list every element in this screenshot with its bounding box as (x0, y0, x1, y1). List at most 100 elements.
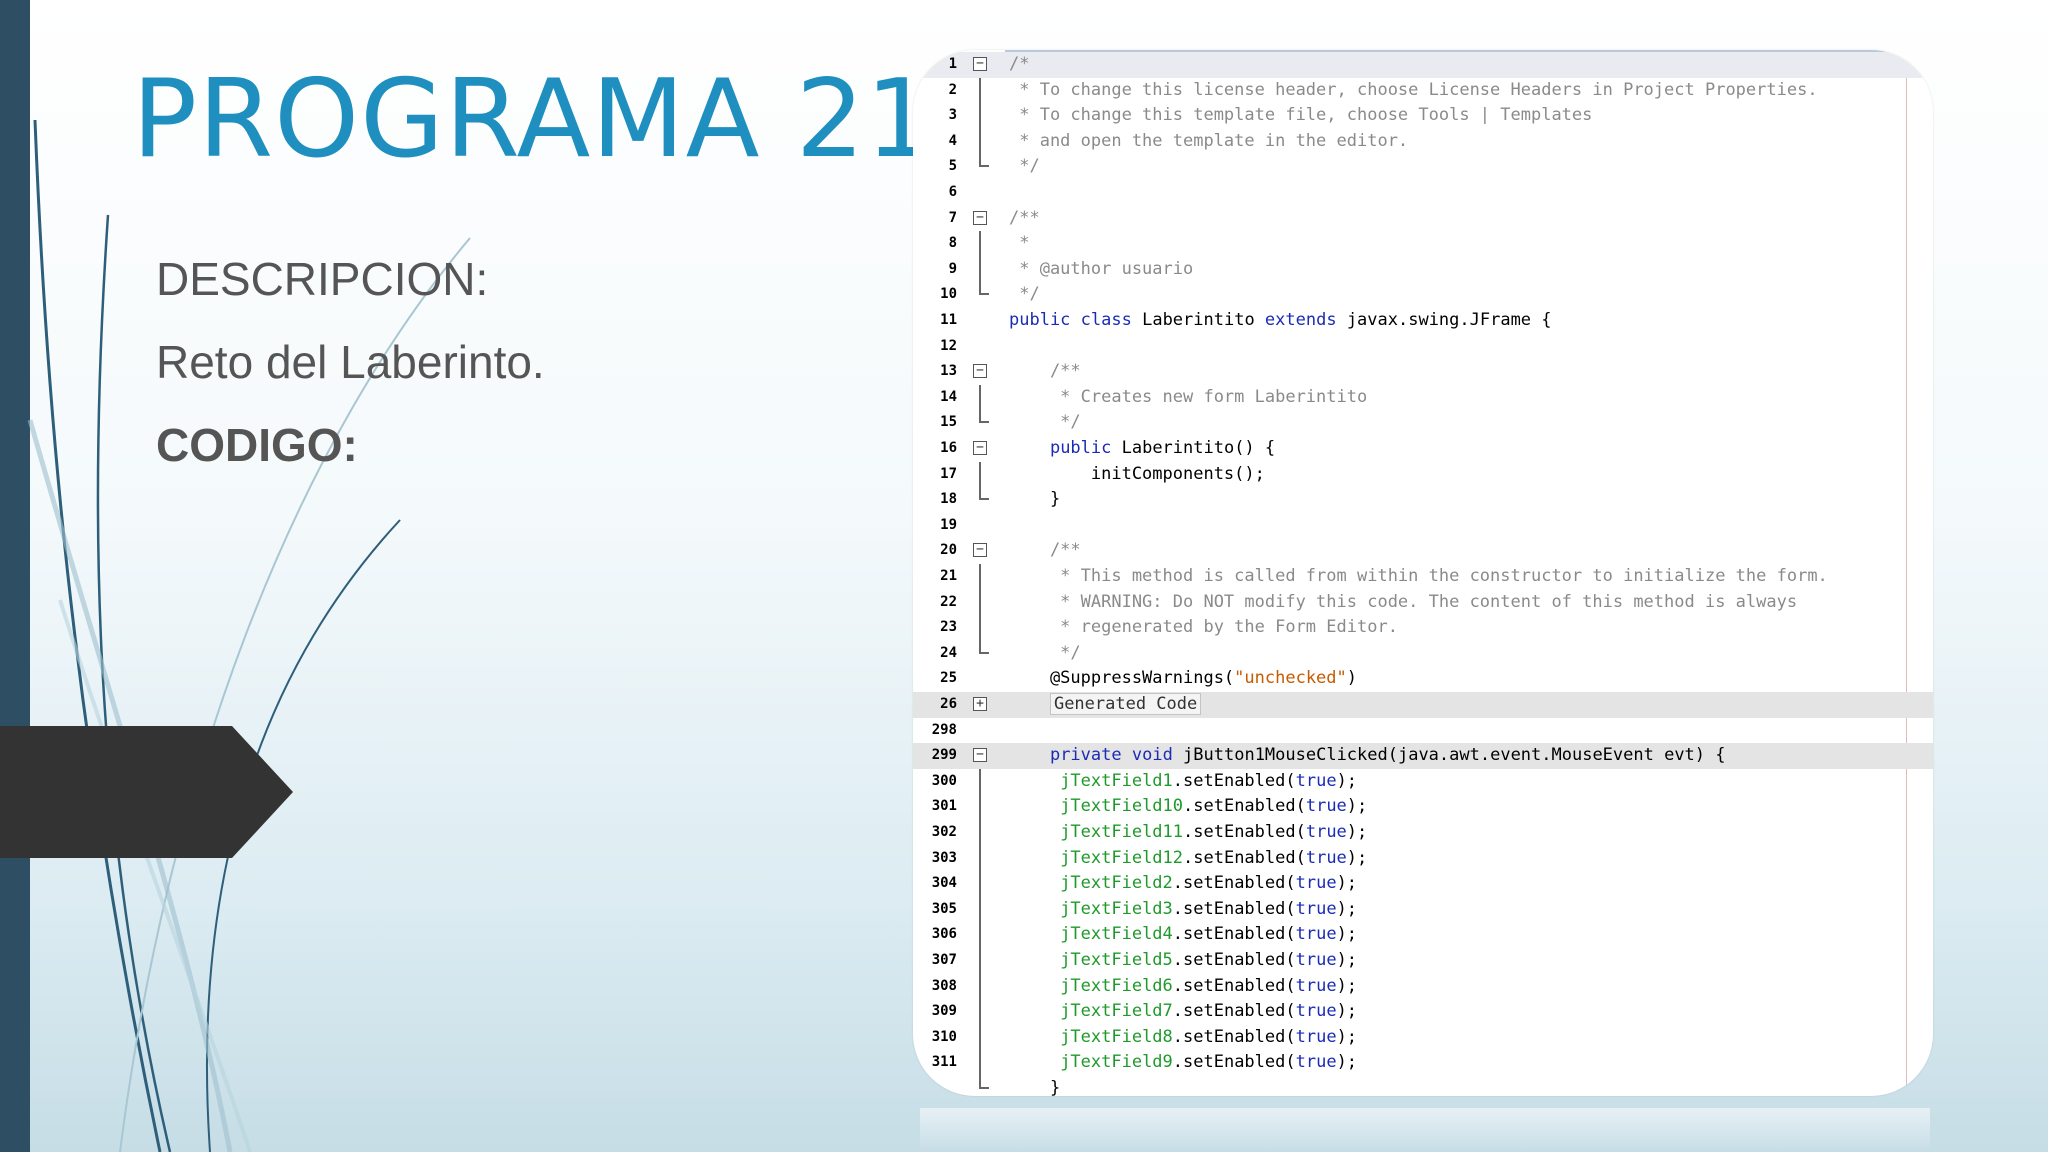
fold-guide-line (979, 231, 981, 258)
line-number: 2 (948, 81, 957, 98)
code-text: * To change this license header, choose … (1009, 79, 1818, 100)
line-number: 19 (940, 516, 957, 533)
code-line: 304 jTextField2.setEnabled(true); (913, 871, 1933, 898)
code-line: 14 * Creates new form Laberintito (913, 384, 1933, 411)
code-text: */ (1009, 642, 1081, 663)
code-line: 10 */ (913, 282, 1933, 308)
fold-guide-line (979, 896, 981, 923)
line-number: 22 (940, 593, 957, 610)
code-line: 23 * regenerated by the Form Editor. (913, 615, 1933, 642)
code-line: 298 (913, 718, 1933, 744)
line-number: 311 (931, 1054, 957, 1071)
code-line: 302 jTextField11.setEnabled(true); (913, 820, 1933, 846)
code-line: 299 − private void jButton1MouseClicked(j… (913, 743, 1933, 769)
code-text: public class Laberintito extends javax.s… (1009, 310, 1552, 330)
expand-fold-icon[interactable]: + (973, 697, 987, 711)
code-text: @SuppressWarnings("unchecked") (1009, 668, 1358, 689)
line-number: 308 (931, 977, 957, 994)
code-text: * and open the template in the editor. (1009, 130, 1409, 151)
code-text: */ (1009, 156, 1040, 177)
code-line: 16 − public Laberintito() { (913, 436, 1933, 462)
code-line: 307 jTextField5.setEnabled(true); (913, 948, 1933, 974)
code-text: * Creates new form Laberintito (1009, 386, 1368, 407)
code-line: 300 jTextField1.setEnabled(true); (913, 768, 1933, 795)
code-text: jTextField11.setEnabled(true); (1060, 822, 1368, 842)
code-line: 8 * (913, 231, 1933, 258)
fold-guide-line (979, 820, 981, 846)
code-line: 9 * @author usuario (913, 256, 1933, 283)
collapse-fold-icon[interactable]: − (973, 748, 987, 763)
code-line: 306 jTextField4.setEnabled(true); (913, 922, 1933, 949)
fold-guide-end (979, 487, 989, 501)
code-line: 311 jTextField9.setEnabled(true); (913, 1050, 1933, 1077)
fold-guide-line (979, 256, 981, 283)
code-line: 18 } (913, 487, 1933, 513)
line-number: 299 (931, 747, 957, 764)
code-line: 17 initComponents(); (913, 461, 1933, 488)
collapse-fold-icon[interactable]: − (973, 441, 987, 455)
description-value: Reto del Laberinto. (156, 336, 545, 388)
code-text: /** (1009, 361, 1081, 382)
code-text: * @author usuario (1009, 258, 1194, 279)
collapse-fold-icon[interactable]: − (973, 543, 987, 558)
code-text: jTextField1.setEnabled(true); (1060, 770, 1358, 791)
code-text: */ (1009, 412, 1081, 433)
code-line: 22 * WARNING: Do NOT modify this code. T… (913, 589, 1933, 616)
fold-guide-line (979, 922, 981, 949)
collapse-fold-icon[interactable]: − (973, 364, 987, 379)
code-text: * To change this template file, choose T… (1009, 105, 1593, 126)
code-text: jTextField5.setEnabled(true); (1060, 950, 1358, 970)
code-text: * This method is called from within the … (1009, 566, 1828, 586)
code-line: 5 */ (913, 154, 1933, 180)
collapse-fold-icon[interactable]: − (973, 57, 987, 71)
line-number: 1 (948, 56, 957, 72)
fold-guide-line (979, 845, 981, 872)
fold-guide-end (979, 640, 989, 654)
panel-reflection (920, 1108, 1930, 1152)
code-text: Generated Code (1009, 692, 1202, 718)
fold-guide-line (979, 1024, 981, 1051)
fold-guide-line (979, 999, 981, 1026)
code-text: jTextField7.setEnabled(true); (1060, 1001, 1358, 1022)
code-line: 305 jTextField3.setEnabled(true); (913, 896, 1933, 923)
line-number: 24 (940, 644, 957, 661)
code-text: jTextField4.setEnabled(true); (1060, 924, 1358, 945)
fold-guide-line (979, 768, 981, 795)
fold-guide-line (979, 615, 981, 642)
line-number: 301 (931, 798, 957, 815)
fold-guide-line (979, 103, 981, 130)
code-text: * WARNING: Do NOT modify this code. The … (1009, 591, 1798, 612)
code-text: public Laberintito() { (1049, 438, 1276, 458)
line-number: 25 (940, 670, 957, 687)
line-number: 9 (948, 260, 957, 277)
fold-guide-line (979, 77, 981, 104)
line-number: 17 (940, 465, 957, 482)
line-number: 307 (931, 952, 957, 968)
fold-guide-end (979, 1076, 989, 1089)
code-line: 26 + Generated Code (913, 692, 1933, 718)
fold-guide-end (979, 410, 989, 424)
collapse-fold-icon[interactable]: − (973, 210, 987, 225)
fold-guide-line (979, 384, 981, 411)
code-text: jTextField2.setEnabled(true); (1060, 873, 1358, 894)
code-line: 20 − /** (913, 538, 1933, 564)
fold-guide-end (979, 154, 989, 168)
line-number: 26 (940, 696, 957, 712)
code-text: /* (1009, 54, 1030, 74)
description-label: DESCRIPCION: (156, 253, 489, 305)
line-number: 7 (948, 209, 957, 226)
fold-guide-line (979, 564, 981, 590)
line-number: 6 (948, 184, 957, 200)
code-line: 308 jTextField6.setEnabled(true); (913, 973, 1933, 1000)
fold-guide-line (979, 794, 981, 821)
generated-code-fold[interactable]: Generated Code (1049, 693, 1202, 715)
line-number: 18 (940, 491, 957, 508)
code-text: jTextField9.setEnabled(true); (1060, 1052, 1358, 1073)
fold-guide-line (979, 973, 981, 1000)
line-number: 21 (940, 568, 957, 584)
line-number: 300 (931, 772, 957, 789)
line-number: 14 (940, 388, 957, 405)
fold-guide-line (979, 948, 981, 974)
code-line: 3 * To change this template file, choose… (913, 103, 1933, 130)
code-text: jTextField8.setEnabled(true); (1060, 1026, 1358, 1047)
